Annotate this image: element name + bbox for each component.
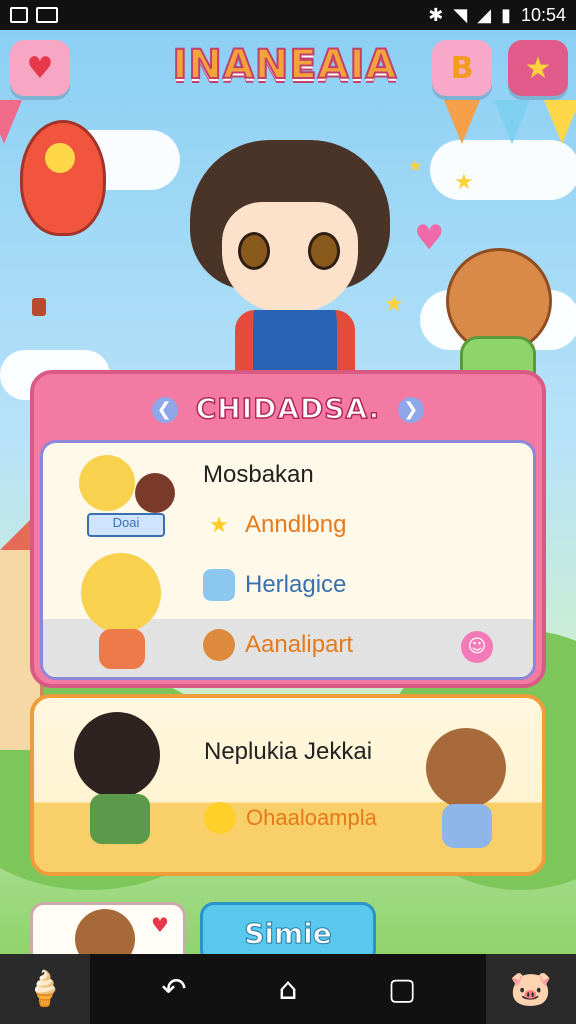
balloon-basket bbox=[32, 298, 46, 316]
list-item-label: Anndlbng bbox=[245, 511, 347, 538]
character-face bbox=[222, 202, 358, 312]
notification-icon bbox=[10, 7, 28, 23]
wifi-icon: ◥ bbox=[453, 4, 468, 25]
character-panel: ❮ CHIDADSA. ❯ Doai Mosbakan ★ Anndlbng Her… bbox=[30, 370, 546, 688]
list-item-label: Mosbakan bbox=[203, 461, 314, 488]
list-item[interactable]: Aanalipart bbox=[203, 629, 353, 661]
chibi-avatar bbox=[79, 455, 135, 511]
list-item[interactable]: ★ Anndlbng bbox=[203, 509, 346, 541]
prev-arrow-icon[interactable]: ❮ bbox=[151, 397, 178, 423]
main-character[interactable] bbox=[190, 140, 390, 380]
hot-air-balloon bbox=[20, 120, 106, 236]
b-label: B bbox=[450, 50, 474, 86]
panel-header: ❮ CHIDADSA. ❯ bbox=[34, 391, 542, 426]
cloud bbox=[430, 140, 576, 200]
chibi-avatar bbox=[81, 553, 161, 633]
signal-icon: ◢ bbox=[477, 4, 492, 25]
bag-icon bbox=[203, 569, 235, 601]
right-app-icon[interactable]: 🐷 bbox=[486, 954, 576, 1024]
bunting-flag bbox=[544, 100, 576, 144]
profile-action[interactable]: Ohaaloampla bbox=[204, 802, 377, 834]
bunting-flag bbox=[494, 100, 530, 144]
heart-decoration-icon: ♥ bbox=[414, 218, 445, 258]
list-item-label: Aanalipart bbox=[245, 631, 354, 658]
list-item-label: Herlagice bbox=[245, 571, 347, 598]
chibi-avatar bbox=[426, 728, 506, 808]
chibi-avatar bbox=[135, 473, 175, 513]
back-icon[interactable]: ↶ bbox=[144, 972, 204, 1007]
star-button[interactable]: ★ bbox=[508, 40, 568, 96]
home-icon[interactable]: ⌂ bbox=[258, 972, 318, 1007]
list-item[interactable]: Mosbakan bbox=[203, 461, 314, 489]
smiley-icon[interactable]: ☺ bbox=[461, 631, 493, 663]
b-button[interactable]: B bbox=[432, 40, 492, 96]
profile-panel: Neplukia Jekkai Ohaaloampla bbox=[30, 694, 546, 876]
star-icon: ★ bbox=[524, 50, 552, 86]
chibi-body bbox=[442, 804, 492, 848]
pumpkin-icon bbox=[203, 629, 235, 661]
chibi-body bbox=[99, 629, 145, 669]
heart-button[interactable]: ♥ bbox=[10, 40, 70, 96]
bunting-flag bbox=[0, 100, 22, 144]
navigation-bar: 🍦 ↶ ⌂ ▢ 🐷 bbox=[0, 954, 576, 1024]
sun-icon bbox=[204, 802, 236, 834]
character-eye bbox=[238, 232, 270, 270]
bunting-flag bbox=[444, 100, 480, 144]
status-left bbox=[10, 7, 58, 23]
badge: Doai bbox=[87, 513, 165, 537]
status-time: 10:54 bbox=[520, 4, 566, 25]
recents-icon[interactable]: ▢ bbox=[372, 972, 432, 1007]
profile-name: Neplukia Jekkai bbox=[204, 738, 373, 765]
chibi-body bbox=[90, 794, 150, 844]
list-item[interactable]: Herlagice bbox=[203, 569, 346, 601]
star-decoration-icon: ★ bbox=[454, 170, 474, 195]
heart-icon: ♥ bbox=[26, 50, 54, 86]
battery-icon: ▮ bbox=[501, 4, 511, 25]
star-decoration-icon: ★ bbox=[408, 156, 423, 175]
image-icon bbox=[36, 7, 58, 23]
panel-list: Doai Mosbakan ★ Anndlbng Herlagice Aanal… bbox=[40, 440, 536, 680]
chibi-avatar bbox=[74, 712, 160, 798]
next-arrow-icon[interactable]: ❯ bbox=[398, 397, 425, 423]
bluetooth-icon: ✱ bbox=[428, 4, 444, 25]
status-bar: ✱ ◥ ◢ ▮ 10:54 bbox=[0, 0, 576, 30]
left-app-icon[interactable]: 🍦 bbox=[0, 954, 90, 1024]
heart-icon: ♥ bbox=[151, 913, 169, 937]
status-right: ✱ ◥ ◢ ▮ 10:54 bbox=[428, 5, 566, 26]
character-card[interactable]: ♥ bbox=[30, 902, 186, 962]
character-eye bbox=[308, 232, 340, 270]
star-icon: ★ bbox=[209, 512, 229, 537]
profile-action-label: Ohaaloampla bbox=[246, 805, 377, 830]
panel-title: CHIDADSA. bbox=[195, 391, 381, 426]
game-title: INANEAIA bbox=[172, 41, 398, 89]
